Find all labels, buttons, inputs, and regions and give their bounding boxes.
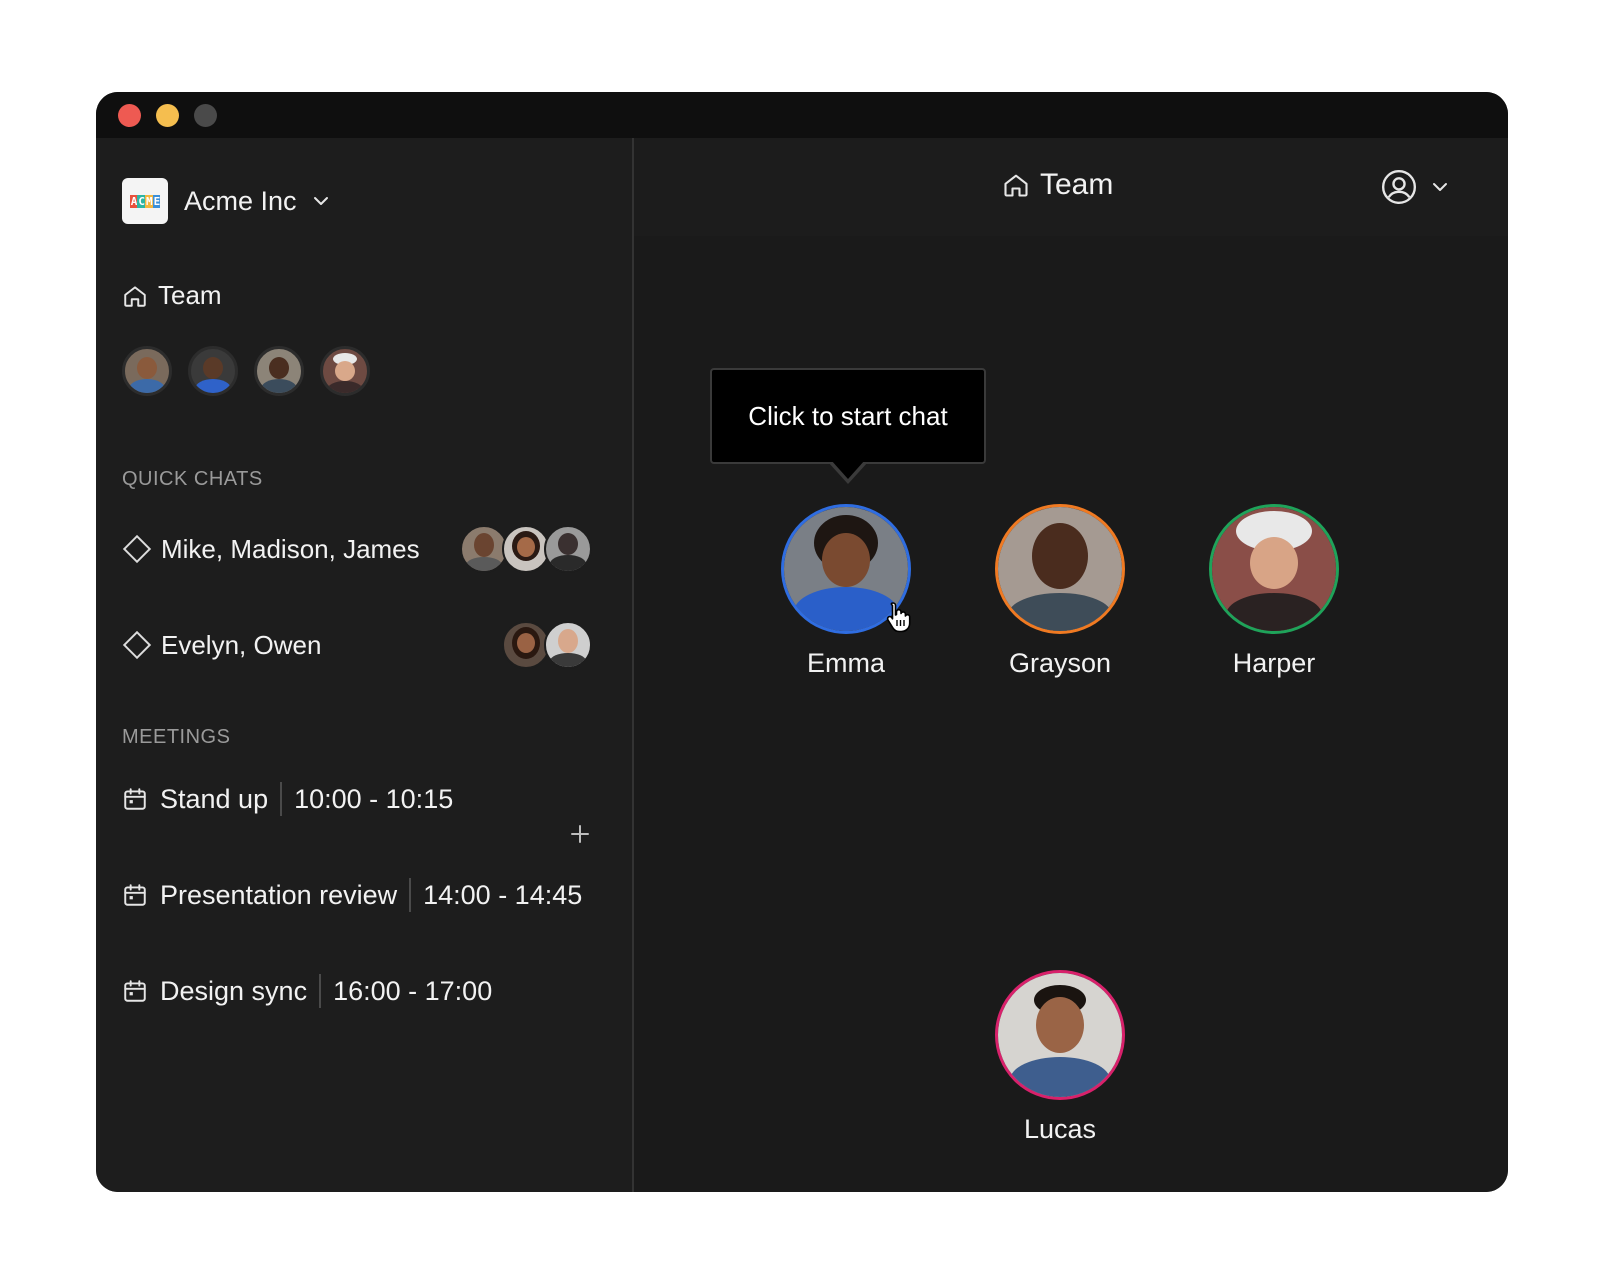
avatar[interactable] <box>188 346 238 396</box>
calendar-icon <box>124 788 146 810</box>
page-title-text: Team <box>1040 168 1114 201</box>
avatar[interactable] <box>122 346 172 396</box>
diamond-icon <box>122 630 152 660</box>
divider <box>409 878 412 912</box>
member-name: Harper <box>1232 648 1316 678</box>
avatar[interactable] <box>254 346 304 396</box>
tooltip-arrow-fill <box>831 460 865 479</box>
calendar-icon <box>124 980 146 1002</box>
chevron-down-icon <box>313 197 328 205</box>
add-meeting-button[interactable] <box>570 824 590 844</box>
meeting-name: Stand up <box>160 783 269 814</box>
quick-chat-avatars <box>502 621 592 669</box>
avatar[interactable] <box>995 970 1125 1100</box>
diamond-icon <box>122 534 152 564</box>
team-member-harper[interactable]: Harper <box>1189 504 1359 679</box>
quick-chats-heading: QUICK CHATS <box>122 468 263 490</box>
logo-letter: A <box>129 194 138 208</box>
avatar <box>460 525 508 573</box>
tooltip-text: Click to start chat <box>748 400 948 431</box>
meeting-item[interactable]: Presentation review 14:00 - 14:45 <box>122 878 582 912</box>
quick-chat-avatars <box>460 525 592 573</box>
user-menu-button[interactable] <box>1380 168 1450 206</box>
hand-cursor-icon <box>886 602 911 633</box>
quick-chat-label: Mike, Madison, James <box>161 533 420 564</box>
sidebar: ACME Acme Inc Team QUICK CHATS Mike, Mad… <box>96 138 634 1192</box>
logo-letter: M <box>145 194 153 208</box>
divider <box>319 974 322 1008</box>
team-online-avatars <box>122 346 386 396</box>
meeting-item[interactable]: Stand up 10:00 - 10:15 <box>122 782 453 816</box>
avatar[interactable] <box>1209 504 1339 634</box>
divider <box>280 782 283 816</box>
member-name: Emma <box>806 648 885 678</box>
logo-letter: C <box>137 194 145 208</box>
chevron-down-icon <box>1433 183 1447 191</box>
quick-chat-item[interactable]: Mike, Madison, James <box>122 524 592 574</box>
home-icon <box>124 285 146 307</box>
team-member-lucas[interactable]: Lucas <box>975 970 1145 1145</box>
member-name: Grayson <box>1008 648 1112 678</box>
avatar[interactable] <box>995 504 1125 634</box>
main-header: Team <box>634 138 1508 236</box>
sidebar-item-label: Team <box>158 280 222 310</box>
meeting-name: Design sync <box>160 975 308 1006</box>
tooltip: Click to start chat <box>710 368 986 464</box>
user-circle-icon <box>1381 169 1417 205</box>
calendar-icon <box>124 884 146 906</box>
app-window: ACME Acme Inc Team QUICK CHATS Mike, Mad… <box>96 92 1508 1192</box>
avatar <box>544 621 592 669</box>
meeting-time: 16:00 - 17:00 <box>333 975 493 1006</box>
member-name: Lucas <box>1023 1114 1097 1144</box>
main-panel: Team Click to start chat Emma Grayson Ha… <box>634 138 1508 1192</box>
acme-logo: ACME <box>122 178 168 224</box>
meeting-time: 14:00 - 14:45 <box>423 879 583 910</box>
sidebar-item-team[interactable]: Team <box>122 280 222 311</box>
avatar <box>502 525 550 573</box>
meeting-name: Presentation review <box>160 879 398 910</box>
zoom-window-button[interactable] <box>194 104 217 127</box>
quick-chat-item[interactable]: Evelyn, Owen <box>122 620 592 670</box>
team-member-grayson[interactable]: Grayson <box>975 504 1145 679</box>
meeting-time: 10:00 - 10:15 <box>294 783 454 814</box>
team-member-emma[interactable]: Emma <box>761 504 931 679</box>
org-switcher[interactable]: ACME Acme Inc <box>122 178 331 224</box>
page-title: Team <box>1002 168 1113 202</box>
quick-chat-label: Evelyn, Owen <box>161 629 322 660</box>
meetings-heading: MEETINGS <box>122 726 231 748</box>
avatar <box>502 621 550 669</box>
title-bar <box>96 92 1508 138</box>
org-name: Acme Inc <box>184 185 297 216</box>
meeting-item[interactable]: Design sync 16:00 - 17:00 <box>122 974 492 1008</box>
avatar <box>544 525 592 573</box>
avatar[interactable] <box>320 346 370 396</box>
home-icon <box>1004 174 1028 197</box>
logo-letter: E <box>152 194 161 208</box>
minimize-window-button[interactable] <box>156 104 179 127</box>
close-window-button[interactable] <box>118 104 141 127</box>
